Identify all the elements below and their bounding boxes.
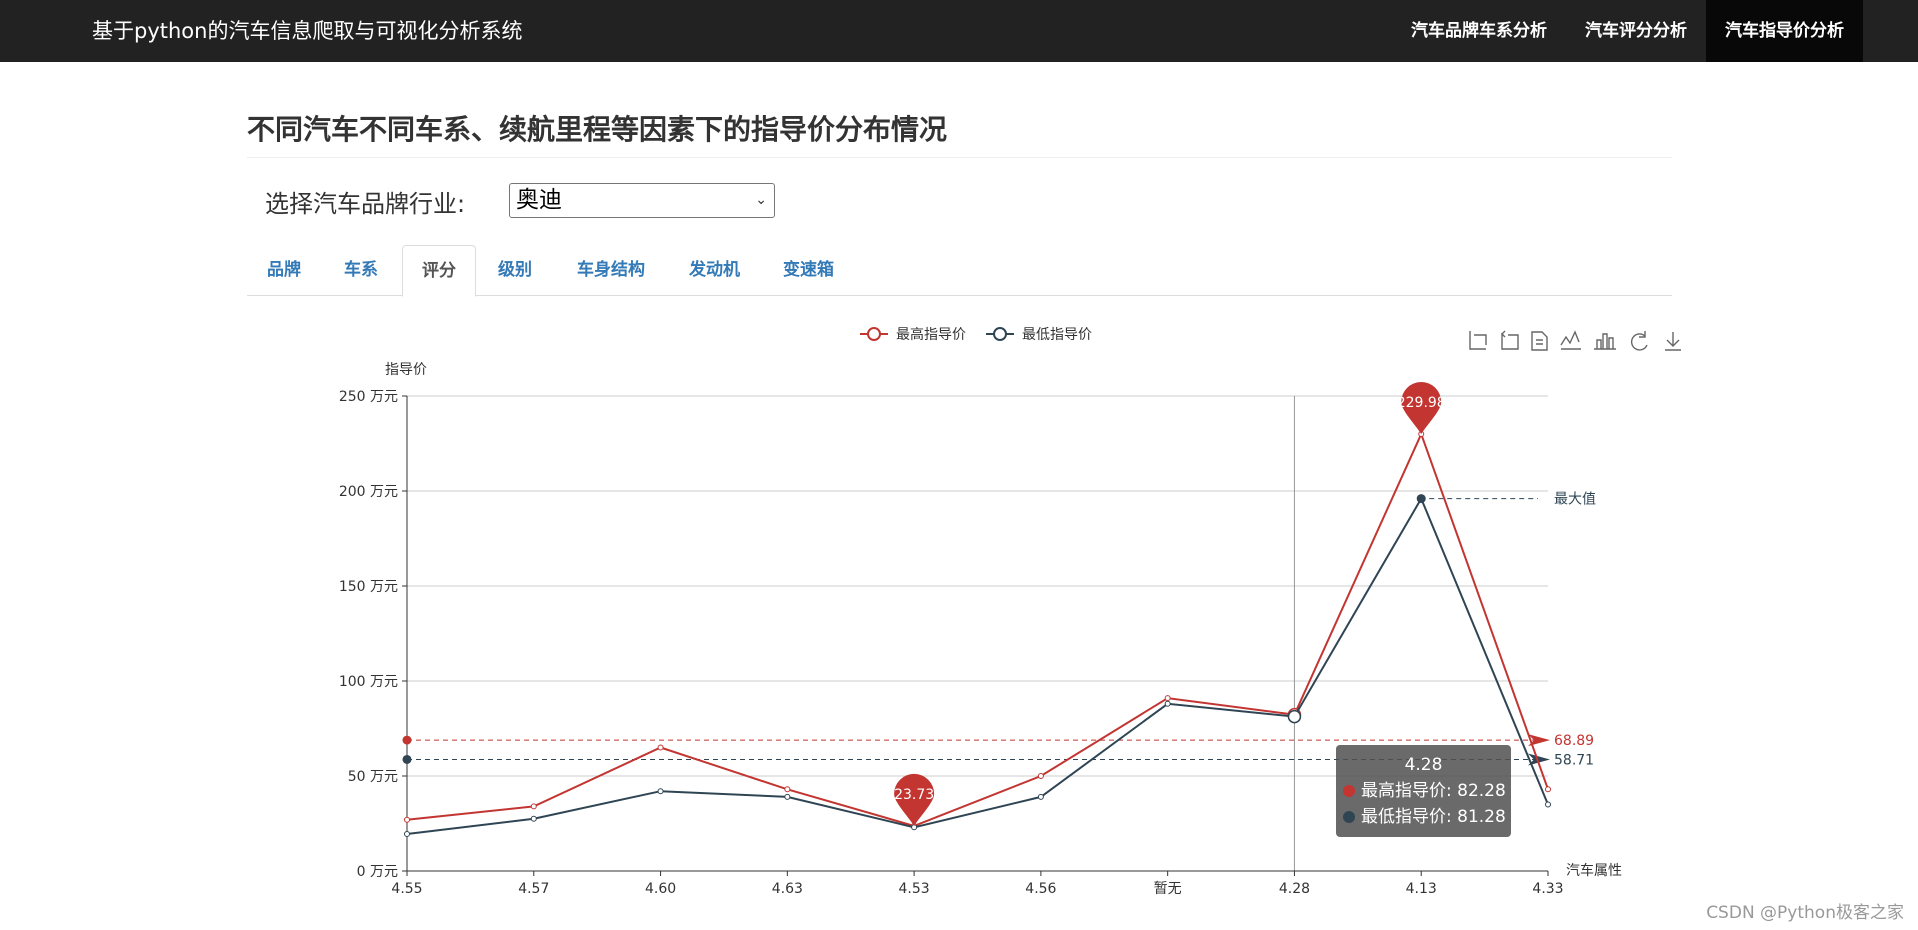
y-tick-label: 150 万元 xyxy=(339,579,398,595)
x-tick-label: 4.63 xyxy=(772,881,803,897)
legend-item-min[interactable]: 最低指导价 xyxy=(986,327,1092,343)
bar-chart-icon[interactable] xyxy=(1594,333,1616,350)
nav-item-brand-series[interactable]: 汽车品牌车系分析 xyxy=(1392,0,1566,62)
series-max-point xyxy=(1416,494,1426,504)
x-tick-label: 4.13 xyxy=(1406,881,1437,897)
mark-line-label: 最大值 xyxy=(1554,492,1596,508)
x-tick-label: 4.33 xyxy=(1532,881,1563,897)
series-point xyxy=(784,793,791,800)
data-zoom-icon[interactable] xyxy=(1469,331,1487,350)
line-chart-icon[interactable] xyxy=(1560,330,1581,350)
tab-rating[interactable]: 评分 xyxy=(402,245,476,297)
tooltip: 4.28 最高指导价: 82.28 最低指导价: 81.28 xyxy=(1336,745,1511,837)
legend-marker-min xyxy=(993,327,1007,341)
y-tick-label: 50 万元 xyxy=(348,769,398,785)
series-point xyxy=(657,744,664,751)
mark-line-start-dot xyxy=(402,735,412,745)
series-point xyxy=(530,815,537,822)
tab-brand[interactable]: 品牌 xyxy=(267,245,301,296)
legend-label-min: 最低指导价 xyxy=(1022,327,1092,343)
nav-item-rating[interactable]: 汽车评分分析 xyxy=(1566,0,1706,62)
tab-transmission[interactable]: 变速箱 xyxy=(783,245,834,296)
nav-menu: 汽车品牌车系分析 汽车评分分析 汽车指导价分析 xyxy=(1392,0,1863,62)
chart-legend: 最高指导价 最低指导价 xyxy=(860,326,1092,343)
x-tick-label: 4.53 xyxy=(899,881,930,897)
tab-body-structure[interactable]: 车身结构 xyxy=(577,245,645,296)
zoom-reset-icon[interactable] xyxy=(1501,330,1519,350)
restore-icon[interactable] xyxy=(1630,331,1648,351)
series-point xyxy=(1164,695,1171,702)
series-point xyxy=(404,816,410,823)
legend-marker-max xyxy=(867,327,881,341)
series-point xyxy=(1037,773,1044,779)
x-tick-label: 4.60 xyxy=(645,881,676,897)
app-title[interactable]: 基于python的汽车信息爬取与可视化分析系统 xyxy=(92,0,522,62)
mark-lines: 68.89 58.71 最大值 xyxy=(402,492,1596,768)
brand-select-value: 奥迪 xyxy=(516,187,562,213)
y-tick-label: 0 万元 xyxy=(357,864,398,880)
mark-line-label: 58.71 xyxy=(1554,752,1594,768)
x-tick-label: 4.56 xyxy=(1025,881,1056,897)
csdn-watermark: CSDN @Python极客之家 xyxy=(1706,903,1904,923)
y-tick-label: 250 万元 xyxy=(339,389,398,405)
x-tick-label: 4.57 xyxy=(518,881,549,897)
x-tick-label: 暂无 xyxy=(1154,881,1182,897)
series-point xyxy=(404,830,410,837)
page-title: 不同汽车不同车系、续航里程等因素下的指导价分布情况 xyxy=(247,113,948,146)
series-point xyxy=(1287,709,1302,724)
series-point xyxy=(1164,700,1171,707)
attribute-tabs: 品牌 车系 评分 级别 车身结构 发动机 变速箱 xyxy=(247,245,1672,297)
mark-point-label: 229.98 xyxy=(1397,395,1446,411)
legend-label-max: 最高指导价 xyxy=(896,326,966,343)
x-tick-label: 4.55 xyxy=(391,881,422,897)
chevron-down-icon: ⌄ xyxy=(755,192,767,208)
series-point xyxy=(1545,786,1551,793)
y-tick-label: 200 万元 xyxy=(339,484,398,500)
top-navbar: 基于python的汽车信息爬取与可视化分析系统 汽车品牌车系分析 汽车评分分析 … xyxy=(0,0,1918,62)
y-axis-name: 指导价 xyxy=(385,362,427,378)
mark-line-start-dot xyxy=(402,754,412,764)
save-image-icon[interactable] xyxy=(1665,332,1681,351)
x-axis-name: 汽车属性 xyxy=(1566,862,1622,879)
brand-select[interactable]: 奥迪 ⌄ xyxy=(509,183,775,218)
brand-select-label: 选择汽车品牌行业: xyxy=(265,190,466,218)
tab-engine[interactable]: 发动机 xyxy=(689,245,740,296)
legend-item-max[interactable]: 最高指导价 xyxy=(860,326,966,343)
y-tick-label: 100 万元 xyxy=(339,674,398,690)
series-point xyxy=(657,788,664,795)
series-point xyxy=(1545,801,1551,808)
x-tick-label: 4.28 xyxy=(1279,881,1310,897)
tooltip-marker xyxy=(1343,811,1355,823)
tab-level[interactable]: 级别 xyxy=(498,245,532,296)
chart-toolbox xyxy=(1469,330,1681,351)
tooltip-title: 4.28 xyxy=(1405,755,1443,775)
nav-item-price[interactable]: 汽车指导价分析 xyxy=(1706,0,1863,62)
title-divider xyxy=(247,157,1672,158)
tab-series[interactable]: 车系 xyxy=(344,245,378,296)
data-view-icon[interactable] xyxy=(1531,331,1548,351)
tooltip-marker xyxy=(1343,785,1355,797)
tooltip-row: 最高指导价: 82.28 xyxy=(1361,781,1506,801)
series-point xyxy=(784,786,791,793)
tooltip-row: 最低指导价: 81.28 xyxy=(1361,807,1506,827)
mark-point-label: 23.73 xyxy=(894,787,934,803)
price-line-chart[interactable]: 最高指导价 最低指导价 指导价 汽车属性 0 万元 50 万元 100 万元 150 … xyxy=(0,300,1918,910)
series-point xyxy=(530,803,537,810)
mark-line-label: 68.89 xyxy=(1554,733,1594,749)
series-point xyxy=(1037,793,1044,800)
